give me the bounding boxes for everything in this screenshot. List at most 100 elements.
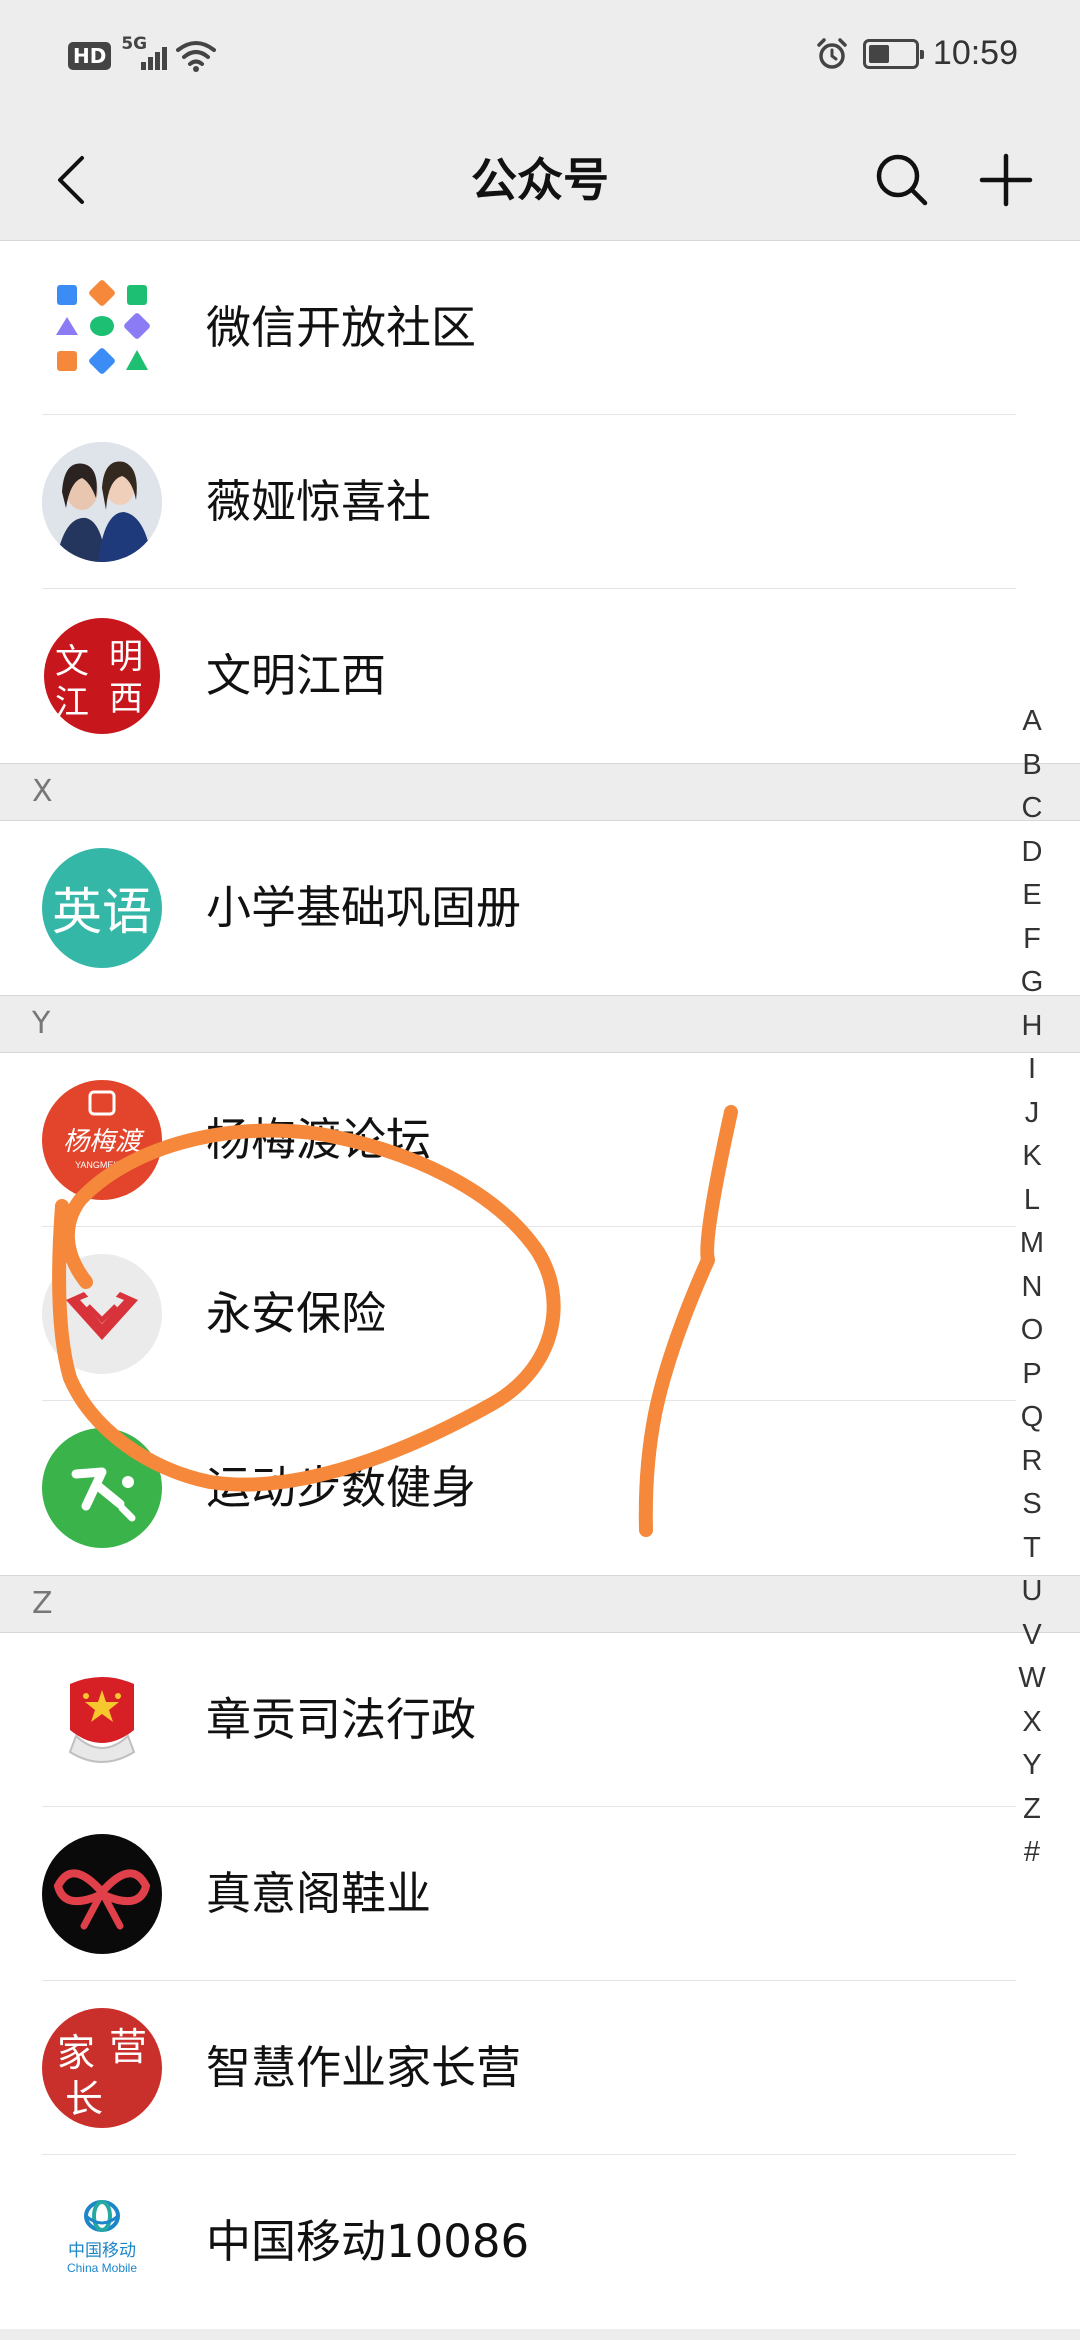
- wechat-open-community-logo: [56, 280, 150, 374]
- battery-icon: [862, 38, 924, 69]
- account-name: 智慧作业家长营: [206, 2041, 522, 2094]
- index-letter[interactable]: Y: [1022, 1744, 1041, 1788]
- section-header-x: X: [0, 763, 1080, 821]
- section-letter: X: [32, 774, 53, 809]
- account-name: 中国移动10086: [206, 2215, 530, 2268]
- index-letter[interactable]: F: [1023, 918, 1041, 962]
- list-item[interactable]: 薇娅惊喜社: [0, 415, 1080, 589]
- status-left: HD 5G: [68, 34, 217, 74]
- account-avatar: 文 明 江 西: [42, 616, 162, 736]
- section-header-y: Y: [0, 995, 1080, 1053]
- list-item[interactable]: 家 营 长 智慧作业家长营: [0, 1981, 1080, 2155]
- add-button[interactable]: [966, 140, 1046, 220]
- account-name: 文明江西: [206, 649, 387, 702]
- account-name: 真意阁鞋业: [206, 1867, 432, 1920]
- index-letter[interactable]: #: [1024, 1831, 1040, 1875]
- index-letter[interactable]: S: [1022, 1483, 1041, 1527]
- index-letter[interactable]: G: [1021, 961, 1044, 1005]
- index-letter[interactable]: N: [1022, 1266, 1043, 1310]
- list-item[interactable]: 真意阁鞋业: [0, 1807, 1080, 1981]
- index-letter[interactable]: O: [1021, 1309, 1044, 1353]
- list-item[interactable]: 运动步数健身: [0, 1401, 1080, 1575]
- svg-text:家: 家: [57, 2031, 95, 2075]
- index-letter[interactable]: Z: [1023, 1788, 1041, 1832]
- section-letter: Z: [32, 1586, 53, 1621]
- list-item[interactable]: 永安保险: [0, 1227, 1080, 1401]
- index-letter[interactable]: P: [1022, 1353, 1041, 1397]
- section-header-z: Z: [0, 1575, 1080, 1633]
- alarm-clock-icon: [817, 37, 847, 69]
- index-letter[interactable]: I: [1028, 1048, 1036, 1092]
- network-type: 5G: [121, 34, 148, 54]
- svg-text:营: 营: [109, 2025, 147, 2069]
- account-avatar: 中国移动 China Mobile: [42, 2182, 162, 2302]
- account-avatar: [42, 1254, 162, 1374]
- index-letter[interactable]: R: [1022, 1440, 1043, 1484]
- account-name: 微信开放社区: [206, 301, 477, 354]
- cellular-signal-icon: 5G: [121, 34, 168, 74]
- list-item[interactable]: 文 明 江 西 文明江西: [0, 589, 1080, 763]
- index-letter[interactable]: X: [1022, 1701, 1041, 1745]
- judicial-emblem-icon: [68, 1677, 136, 1763]
- index-letter[interactable]: C: [1022, 787, 1043, 831]
- index-letter[interactable]: Q: [1021, 1396, 1044, 1440]
- svg-text:长: 长: [65, 2077, 103, 2121]
- account-avatar: [42, 268, 162, 388]
- account-name: 永安保险: [206, 1287, 387, 1340]
- index-letter[interactable]: A: [1022, 700, 1041, 744]
- account-avatar: 杨梅渡 YANGMEIDU: [42, 1080, 162, 1200]
- svg-text:文: 文: [55, 642, 89, 682]
- index-letter[interactable]: M: [1020, 1222, 1044, 1266]
- svg-text:西: 西: [109, 679, 143, 719]
- bow-logo-icon: [53, 1869, 151, 1930]
- china-mobile-logo: 中国移动 China Mobile: [67, 2200, 137, 2275]
- avatar-text: 英语: [52, 883, 152, 941]
- search-button[interactable]: [862, 140, 942, 220]
- list-item[interactable]: 英语 小学基础巩固册: [0, 821, 1080, 995]
- account-avatar: [42, 442, 162, 562]
- wifi-icon: [176, 41, 217, 72]
- yongan-insurance-logo: [66, 1292, 138, 1340]
- account-name: 章贡司法行政: [206, 1693, 477, 1746]
- index-letter[interactable]: U: [1022, 1570, 1043, 1614]
- alphabet-index-bar[interactable]: A B C D E F G H I J K L M N O P Q R S T U V W X Y Z #: [996, 700, 1068, 1875]
- section-letter: Y: [32, 1006, 51, 1041]
- index-letter[interactable]: L: [1024, 1179, 1040, 1223]
- list-item[interactable]: 中国移动 China Mobile 中国移动10086: [0, 2155, 1080, 2329]
- plus-icon: [979, 153, 1033, 207]
- list-item[interactable]: 杨梅渡 YANGMEIDU 杨梅渡论坛: [0, 1053, 1080, 1227]
- wenming-jiangxi-seal-logo: 文 明 江 西: [44, 618, 160, 734]
- portrait-photo-image: [42, 442, 162, 562]
- official-accounts-list: 微信开放社区 薇娅惊喜社 文 明 江 西 文明江西 X 英语 小学基础巩固册 Y…: [0, 241, 1080, 2329]
- list-item[interactable]: 微信开放社区: [0, 241, 1080, 415]
- index-letter[interactable]: T: [1023, 1527, 1041, 1571]
- account-avatar: [42, 1660, 162, 1780]
- index-letter[interactable]: E: [1022, 874, 1041, 918]
- svg-text:中国移动: 中国移动: [68, 2241, 136, 2261]
- account-avatar: [42, 1428, 162, 1548]
- svg-text:明: 明: [109, 637, 143, 677]
- status-right: 10:59: [815, 34, 1018, 73]
- nav-bar: 公众号: [0, 120, 1080, 241]
- index-letter[interactable]: K: [1022, 1135, 1041, 1179]
- account-avatar: 家 营 长: [42, 2008, 162, 2128]
- status-time: 10:59: [932, 34, 1018, 72]
- account-name: 运动步数健身: [206, 1461, 477, 1514]
- list-item[interactable]: 章贡司法行政: [0, 1633, 1080, 1807]
- yangmeidu-logo: 杨梅渡 YANGMEIDU: [63, 1090, 145, 1170]
- status-bar: HD 5G 10:59: [0, 0, 1080, 120]
- battery-level: [868, 44, 889, 63]
- index-letter[interactable]: B: [1022, 744, 1041, 788]
- svg-text:杨梅渡: 杨梅渡: [63, 1127, 145, 1157]
- index-letter[interactable]: V: [1022, 1614, 1041, 1658]
- homework-parent-logo: 家 营 长: [57, 2025, 147, 2121]
- account-avatar: [42, 1834, 162, 1954]
- index-letter[interactable]: H: [1022, 1005, 1043, 1049]
- index-letter[interactable]: J: [1025, 1092, 1040, 1136]
- index-letter[interactable]: W: [1018, 1657, 1045, 1701]
- svg-text:YANGMEIDU: YANGMEIDU: [75, 1160, 129, 1170]
- account-name: 薇娅惊喜社: [206, 475, 432, 528]
- hd-badge: HD: [68, 42, 112, 70]
- svg-text:China Mobile: China Mobile: [67, 2261, 137, 2275]
- index-letter[interactable]: D: [1022, 831, 1043, 875]
